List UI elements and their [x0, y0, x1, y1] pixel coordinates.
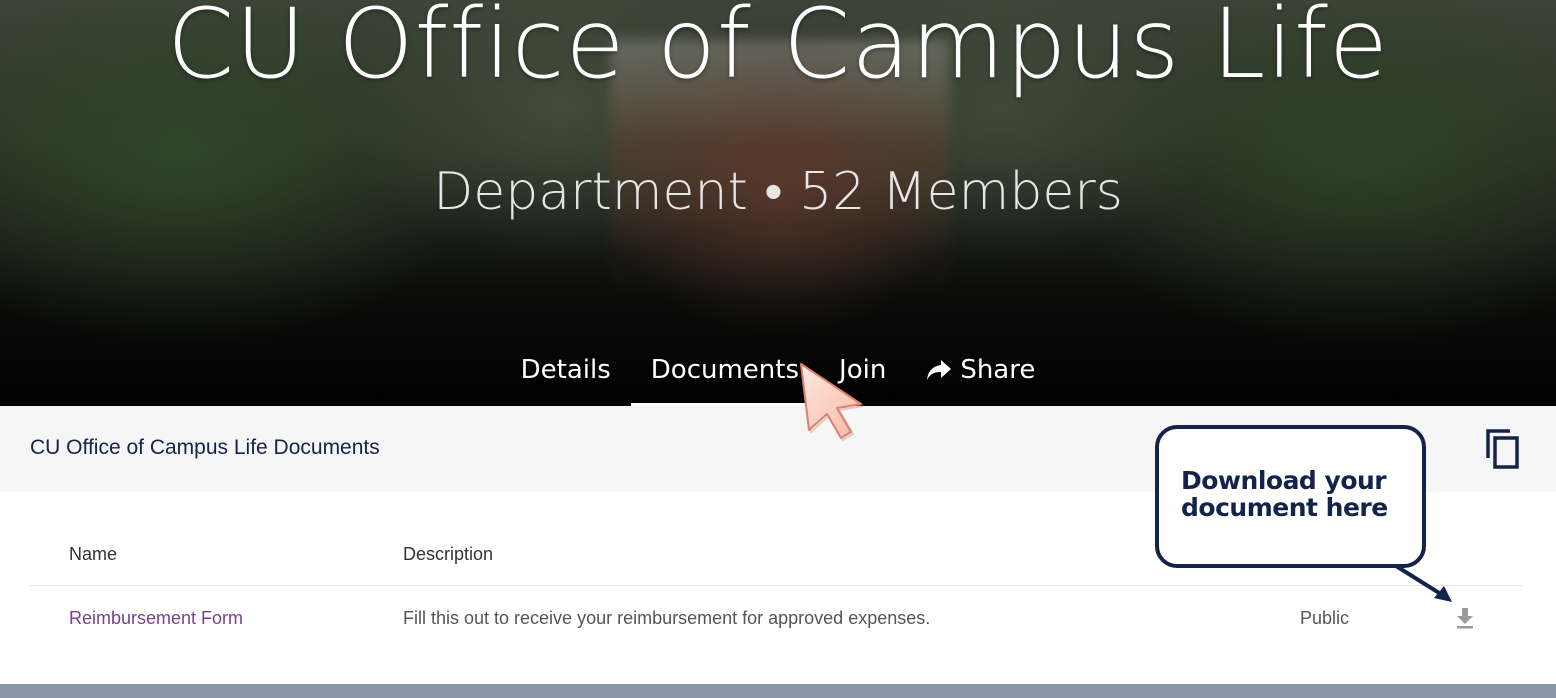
tab-bar: Details Documents Join Share	[0, 344, 1556, 406]
page-subtitle: Department • 52 Members	[433, 162, 1123, 222]
table-row: Reimbursement Form Fill this out to rece…	[30, 586, 1523, 652]
document-name-link[interactable]: Reimbursement Form	[69, 608, 243, 629]
mouse-cursor-icon	[800, 363, 864, 441]
document-visibility: Public	[1300, 608, 1350, 628]
tab-details-label: Details	[520, 354, 611, 385]
tab-share-label: Share	[960, 354, 1036, 385]
document-description: Fill this out to receive your reimbursem…	[403, 608, 931, 628]
tab-documents-label: Documents	[650, 354, 800, 385]
annotation-callout: Download your document here	[1155, 425, 1426, 568]
tab-documents[interactable]: Documents	[630, 344, 820, 406]
download-icon[interactable]	[1454, 606, 1476, 630]
tab-share[interactable]: Share	[906, 344, 1055, 406]
column-header-name: Name	[69, 544, 118, 564]
column-header-description: Description	[403, 544, 494, 564]
page-title: CU Office of Campus Life	[167, 0, 1389, 100]
footer-bar	[0, 684, 1556, 698]
tab-details[interactable]: Details	[501, 344, 631, 406]
copy-icon[interactable]	[1484, 428, 1520, 470]
share-arrow-icon	[927, 359, 952, 380]
documents-title: CU Office of Campus Life Documents	[30, 436, 380, 459]
callout-text: Download your document here	[1181, 466, 1388, 522]
hero-banner: CU Office of Campus Life Department • 52…	[0, 0, 1556, 406]
callout-arrow-icon	[1394, 564, 1452, 602]
